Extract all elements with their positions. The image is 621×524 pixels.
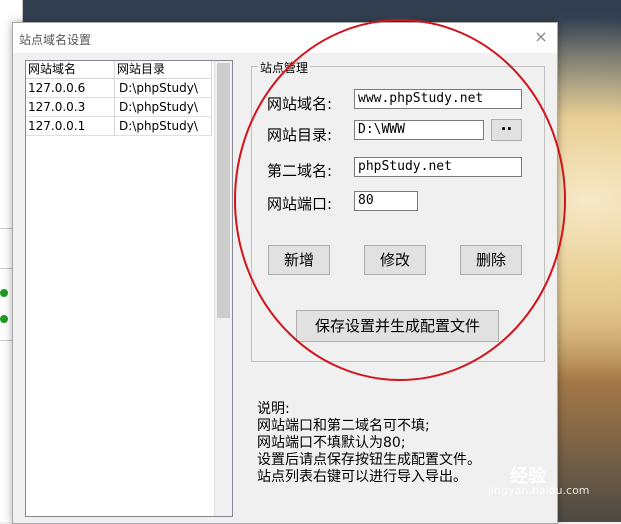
delete-button[interactable]: 删除 (460, 245, 522, 275)
column-header-directory[interactable]: 网站目录 (115, 61, 212, 78)
second-domain-label: 第二域名: (267, 162, 333, 180)
close-button[interactable]: × (531, 27, 551, 47)
list-header: 网站域名 网站目录 (26, 61, 212, 79)
notes-line: 网站端口和第二域名可不填; (257, 418, 430, 434)
port-input[interactable]: 80 (354, 191, 418, 211)
modify-button[interactable]: 修改 (364, 245, 426, 275)
watermark-subtext: jingyan.baidu.com (488, 484, 590, 497)
notes-line: 设置后请点保存按钮生成配置文件。 (257, 452, 481, 468)
column-header-domain[interactable]: 网站域名 (26, 61, 115, 78)
list-item[interactable]: 127.0.0.1 D:\phpStudy\ (26, 117, 212, 136)
list-scrollbar[interactable] (214, 61, 232, 516)
save-and-generate-config-button[interactable]: 保存设置并生成配置文件 (296, 310, 499, 342)
site-list[interactable]: 网站域名 网站目录 127.0.0.6 D:\phpStudy\ 127.0.0… (25, 60, 233, 517)
notes-line: 站点列表右键可以进行导入导出。 (257, 469, 467, 485)
list-item-domain: 127.0.0.3 (26, 98, 115, 117)
list-item-directory: D:\phpStudy\ (115, 98, 212, 117)
list-item-directory: D:\phpStudy\ (115, 117, 212, 136)
status-green-dot (0, 315, 8, 323)
instructions-text: 说明: 网站端口和第二域名可不填; 网站端口不填默认为80; 设置后请点保存按钮… (257, 401, 481, 486)
list-item-domain: 127.0.0.6 (26, 79, 115, 98)
scrollbar-thumb[interactable] (217, 63, 230, 318)
port-label: 网站端口: (267, 195, 333, 213)
list-item-directory: D:\phpStudy\ (115, 79, 212, 98)
window-title: 站点域名设置 (19, 33, 92, 47)
add-button[interactable]: 新增 (268, 245, 330, 275)
list-item[interactable]: 127.0.0.6 D:\phpStudy\ (26, 79, 212, 98)
notes-line: 说明: (257, 401, 290, 417)
group-title: 站点管理 (258, 59, 311, 76)
directory-input[interactable]: D:\WWW (354, 120, 484, 140)
directory-label: 网站目录: (267, 126, 333, 144)
domain-label: 网站域名: (267, 95, 333, 113)
notes-line: 网站端口不填默认为80; (257, 435, 406, 451)
site-domain-settings-dialog: 站点域名设置 × 网站域名 网站目录 127.0.0.6 D:\phpStudy… (12, 22, 558, 524)
site-management-group: 站点管理 网站域名: www.phpStudy.net 网站目录: D:\WWW… (251, 59, 545, 362)
status-green-dot (0, 289, 8, 297)
domain-input[interactable]: www.phpStudy.net (354, 89, 522, 109)
title-bar[interactable]: 站点域名设置 × (13, 23, 557, 53)
list-item[interactable]: 127.0.0.3 D:\phpStudy\ (26, 98, 212, 117)
browse-button[interactable]: ·· (491, 119, 522, 141)
second-domain-input[interactable]: phpStudy.net (354, 157, 522, 177)
list-item-domain: 127.0.0.1 (26, 117, 115, 136)
